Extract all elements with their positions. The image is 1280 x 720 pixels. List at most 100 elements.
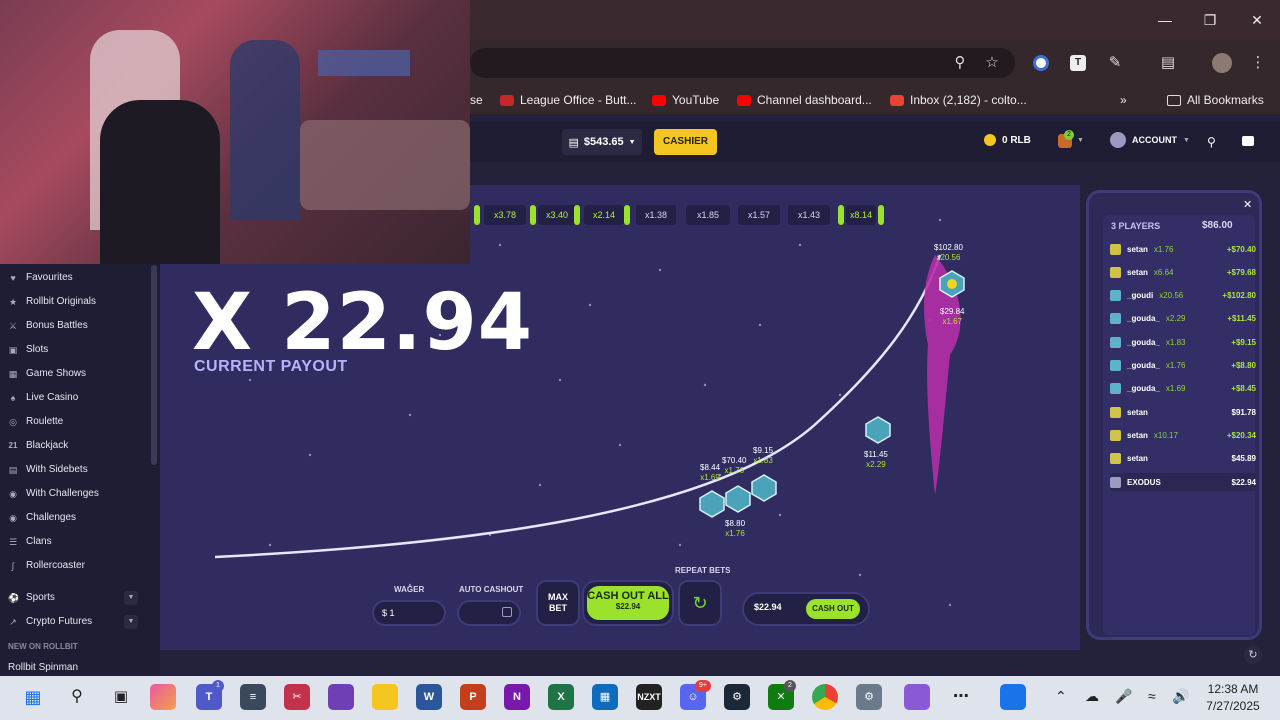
sidebar-item-with-challenges[interactable]: ◉ With Challenges: [8, 488, 99, 499]
bookmark-star-icon[interactable]: ☆: [982, 53, 1002, 73]
address-bar[interactable]: [470, 48, 1015, 78]
notification-badge: 2: [1064, 130, 1074, 140]
settings-gear-icon[interactable]: ⚙: [856, 684, 882, 710]
search-icon[interactable]: ⚲: [1207, 135, 1216, 149]
sidebar-item-crypto-futures[interactable]: ↗ Crypto Futures: [8, 616, 92, 627]
windows-start-icon[interactable]: ▦: [20, 684, 46, 710]
youtube-studio-icon: [737, 94, 751, 106]
wager-input[interactable]: $ 1: [372, 600, 446, 626]
cash-out-all-button[interactable]: CASH OUT ALL $22.94: [587, 586, 669, 620]
task-view-icon[interactable]: ▣: [108, 684, 134, 710]
history-pill: x2.14: [584, 205, 624, 225]
close-window-icon[interactable]: ✕: [1247, 10, 1267, 30]
auto-cashout-checkbox[interactable]: [502, 607, 512, 617]
sidebar-item-sports[interactable]: ⚽ Sports: [8, 592, 55, 603]
snipping-tool-icon[interactable]: ✂: [284, 684, 310, 710]
sidebar-item-with-sidebets[interactable]: ▤ With Sidebets: [8, 464, 88, 475]
rlb-balance[interactable]: 0 RLB: [984, 134, 1031, 146]
steam-icon[interactable]: ⚙: [724, 684, 750, 710]
excel-icon[interactable]: X: [548, 684, 574, 710]
futures-icon: ↗: [9, 616, 17, 627]
bookmark-item[interactable]: Channel dashboard...: [737, 93, 872, 107]
player-name: setan: [1127, 454, 1148, 464]
extension-t-icon[interactable]: T: [1070, 55, 1086, 71]
app-icon[interactable]: [328, 684, 354, 710]
sidebar-item-bonus-battles[interactable]: ⚔ Bonus Battles: [8, 320, 88, 331]
player-name: _gouda_: [1127, 337, 1160, 347]
history-divider: [878, 205, 884, 225]
more-apps-icon[interactable]: ⋯: [948, 684, 974, 710]
calculator-icon[interactable]: ≡: [240, 684, 266, 710]
sidebar-item-challenges[interactable]: ◉ Challenges: [8, 512, 76, 523]
history-pill: x1.57: [738, 205, 780, 225]
file-explorer-icon[interactable]: [372, 684, 398, 710]
all-bookmarks[interactable]: All Bookmarks: [1167, 93, 1264, 107]
app-icon[interactable]: [904, 684, 930, 710]
cloud-sync-icon[interactable]: ☁: [1085, 688, 1099, 705]
chevron-down-icon: ▼: [628, 138, 636, 146]
extension-circle-icon[interactable]: [1033, 55, 1049, 71]
repeat-bets-refresh-icon[interactable]: ↻: [678, 580, 722, 626]
bookmark-item[interactable]: YouTube: [652, 93, 719, 107]
bookmarks-overflow-icon[interactable]: »: [1120, 93, 1127, 107]
minimize-icon[interactable]: —: [1155, 10, 1175, 30]
sidebar-item-favourites[interactable]: ♥ Favourites: [8, 272, 72, 283]
cash-out-button[interactable]: CASH OUT: [806, 599, 860, 619]
sidebar-item-clans[interactable]: ☰ Clans: [8, 536, 52, 547]
cashout-tag: $70.40 x1.76: [722, 456, 747, 475]
cashout-amount: $22.94: [754, 602, 782, 612]
balance-selector[interactable]: ▤ $543.65 ▼: [562, 129, 642, 155]
word-icon[interactable]: W: [416, 684, 442, 710]
sidebar-item-rollercoaster[interactable]: ∫ Rollercoaster: [8, 560, 85, 571]
bookmark-item[interactable]: se: [470, 93, 483, 107]
chevron-down-icon[interactable]: ▼: [124, 615, 138, 629]
extensions-puzzle-icon[interactable]: ✎: [1105, 53, 1125, 73]
player-badge-icon: [865, 416, 891, 444]
system-clock[interactable]: 12:38 AM 7/27/2025: [1198, 681, 1268, 715]
bookmark-item[interactable]: League Office - Butt...: [500, 93, 637, 107]
menu-dots-icon[interactable]: ⋮: [1248, 53, 1268, 73]
sidebar-scrollbar[interactable]: [151, 265, 157, 465]
sidebar-item-game-shows[interactable]: ▦ Game Shows: [8, 368, 86, 379]
max-bet-button[interactable]: MAX BET: [536, 580, 580, 626]
onenote-icon[interactable]: N: [504, 684, 530, 710]
chat-icon[interactable]: [1242, 136, 1254, 146]
widget-icon[interactable]: [1000, 684, 1026, 710]
sidebar-item-live-casino[interactable]: ♠ Live Casino: [8, 392, 79, 403]
powerpoint-icon[interactable]: P: [460, 684, 486, 710]
player-payout: +$70.40: [1226, 244, 1256, 254]
player-row: EXODUS $22.94: [1110, 473, 1256, 491]
webcam-person: [100, 100, 220, 264]
nzxt-icon[interactable]: NZXT: [636, 684, 662, 710]
profile-avatar[interactable]: [1212, 53, 1232, 73]
player-name: EXODUS: [1127, 477, 1161, 487]
search-icon[interactable]: ⚲: [64, 684, 90, 710]
zoom-icon[interactable]: ⚲: [950, 53, 970, 73]
sidebar-item-blackjack[interactable]: 21 Blackjack: [8, 440, 69, 451]
player-payout: +$9.15: [1231, 337, 1256, 347]
player-badge-icon: [751, 474, 777, 502]
sidebar-item-rollbit-spinman[interactable]: Rollbit Spinman: [8, 662, 78, 673]
close-panel-icon[interactable]: ✕: [1243, 198, 1252, 211]
tray-chevron-up-icon[interactable]: ⌃: [1055, 688, 1067, 705]
sidebar-item-rollbit-originals[interactable]: ★ Rollbit Originals: [8, 296, 96, 307]
microphone-icon[interactable]: 🎤: [1115, 688, 1132, 705]
restore-icon[interactable]: ❐: [1200, 10, 1220, 30]
wifi-icon[interactable]: ≈: [1148, 688, 1156, 704]
chrome-icon[interactable]: [812, 684, 838, 710]
chevron-down-icon[interactable]: ▼: [124, 591, 138, 605]
bookmark-item[interactable]: Inbox (2,182) - colto...: [890, 93, 1027, 107]
sidebar-item-slots[interactable]: ▣ Slots: [8, 344, 49, 355]
clock-time: 12:38 AM: [1207, 682, 1259, 696]
player-avatar-icon: [1110, 243, 1121, 255]
tab-search-icon[interactable]: ▤: [1158, 53, 1178, 73]
cashier-button[interactable]: CASHIER: [654, 129, 717, 155]
support-icon[interactable]: ↻: [1244, 646, 1262, 664]
sidebar-item-roulette[interactable]: ◎ Roulette: [8, 416, 63, 427]
account-menu[interactable]: ACCOUNT ▼: [1110, 132, 1190, 148]
gmail-icon: [890, 94, 904, 106]
copilot-icon[interactable]: [150, 684, 176, 710]
store-icon[interactable]: ▦: [592, 684, 618, 710]
chevron-down-icon[interactable]: ▼: [1077, 137, 1084, 144]
volume-icon[interactable]: 🔊: [1172, 688, 1189, 705]
